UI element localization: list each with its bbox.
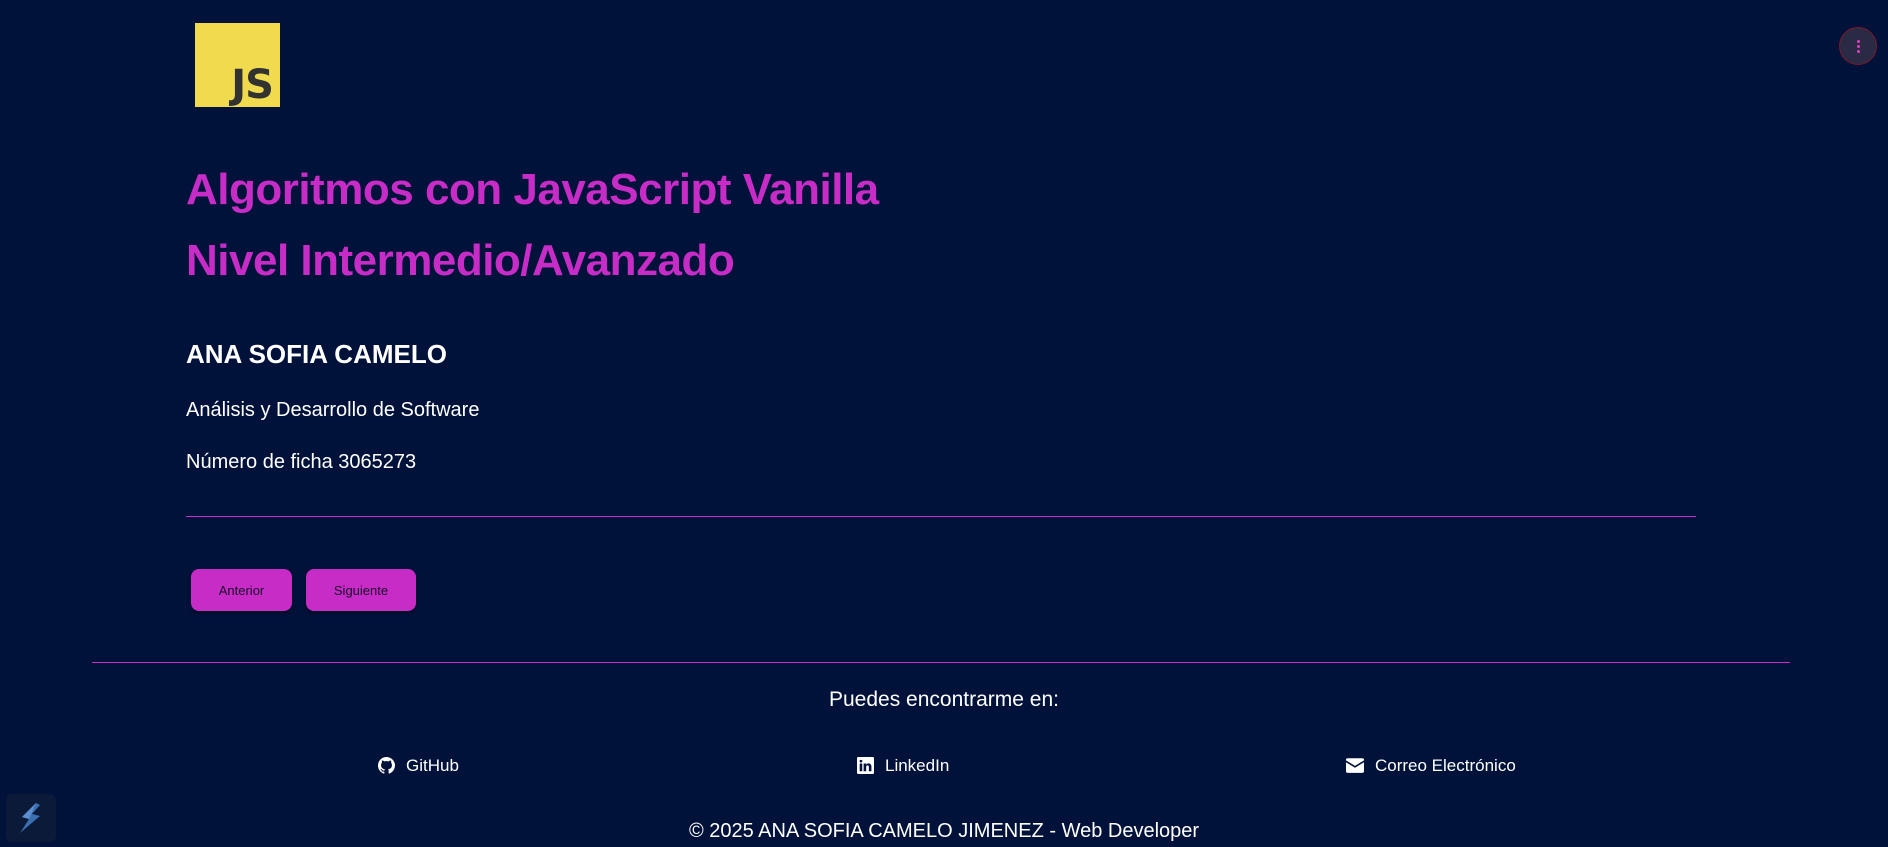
options-menu-button[interactable]	[1839, 27, 1877, 65]
email-link[interactable]: Correo Electrónico	[1346, 757, 1516, 774]
linkedin-link-label: LinkedIn	[885, 756, 950, 775]
corner-widget-button[interactable]	[6, 794, 56, 842]
page-title-line1: Algoritmos con JavaScript Vanilla	[186, 165, 879, 214]
content-divider	[186, 516, 1696, 517]
footer-divider	[92, 662, 1790, 663]
lightning-icon	[20, 803, 40, 833]
vertical-dots-icon	[1856, 39, 1860, 53]
next-button[interactable]: Siguiente	[306, 569, 416, 611]
linkedin-icon	[857, 757, 874, 774]
page-title-line2: Nivel Intermedio/Avanzado	[186, 236, 735, 285]
previous-button[interactable]: Anterior	[191, 569, 292, 611]
envelope-icon	[1346, 758, 1364, 773]
ficha-number: Número de ficha 3065273	[186, 451, 417, 473]
author-name: ANA SOFIA CAMELO	[186, 339, 447, 369]
js-logo: JS	[195, 23, 280, 107]
footer-heading: Puedes encontrarme en:	[829, 688, 1059, 711]
js-logo-text: JS	[231, 62, 274, 108]
linkedin-link[interactable]: LinkedIn	[857, 757, 949, 774]
github-link[interactable]: GitHub	[378, 757, 459, 774]
program-name: Análisis y Desarrollo de Software	[186, 399, 480, 421]
email-link-label: Correo Electrónico	[1375, 756, 1516, 775]
copyright-text: © 2025 ANA SOFIA CAMELO JIMENEZ - Web De…	[688, 820, 1200, 842]
github-link-label: GitHub	[406, 756, 459, 775]
github-icon	[378, 757, 395, 774]
